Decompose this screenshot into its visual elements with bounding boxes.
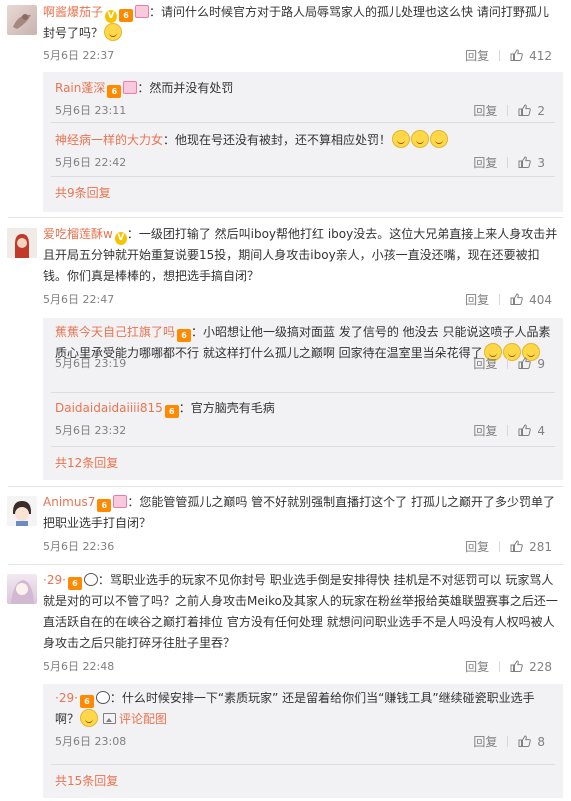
reply-button[interactable]: 回复 <box>473 424 497 438</box>
like-count: 9 <box>537 357 545 371</box>
reply-username[interactable]: ·29· <box>55 691 78 705</box>
comment-time: 5月6日 22:37 <box>43 49 115 62</box>
comment-4: ·29· 6 ：骂职业选手的玩家不见你封号 职业选手倒是安排得快 挂机是不对惩罚可以… <box>0 568 571 801</box>
thumbs-up-icon[interactable] <box>518 424 532 436</box>
like-count: 228 <box>529 660 552 674</box>
thumbs-up-icon[interactable] <box>518 104 532 116</box>
member-badge-icon <box>113 495 128 508</box>
more-replies-link[interactable]: 共9条回复 <box>55 184 111 201</box>
reply-button[interactable]: 回复 <box>473 357 497 371</box>
level-badge-icon: 6 <box>164 405 179 418</box>
like-count: 4 <box>537 424 545 438</box>
panda-badge-icon <box>95 691 110 704</box>
like-count: 2 <box>537 104 545 118</box>
reply-username[interactable]: 蕉蕉今天自己扛旗了吗 <box>55 325 175 339</box>
reply-list: ·29· 6 ：什么时候安排一下“素质玩家” 还是留着给你们当“赚钱工具”继续碰瓷职… <box>43 684 563 798</box>
comment-1: 啊酱爆茄子 V 6 ：请问什么时候官方对于路人局辱骂家人的孤儿处理也这么快 请问打野孤… <box>0 0 571 212</box>
username[interactable]: ·29· <box>43 573 66 587</box>
username[interactable]: 爱吃榴莲酥w <box>43 227 113 241</box>
reply-button[interactable]: 回复 <box>465 49 489 63</box>
level-badge-icon: 6 <box>177 329 192 342</box>
comment-2: 爱吃榴莲酥w V ：一级团打输了 然后叫iboy帮他打红 iboy没去。这位大兄弟直… <box>0 222 571 484</box>
more-replies-link[interactable]: 共12条回复 <box>55 454 118 471</box>
smile-emoji-icon <box>430 130 449 148</box>
username[interactable]: Animus7 <box>43 495 95 509</box>
panda-badge-icon <box>83 573 98 586</box>
comment-image-link[interactable]: 评论配图 <box>119 712 167 726</box>
avatar[interactable] <box>7 228 37 258</box>
reply-button[interactable]: 回复 <box>473 156 497 170</box>
thumbs-up-icon[interactable] <box>510 293 523 305</box>
reply-time: 5月6日 22:42 <box>55 156 127 169</box>
reply-list: 蕉蕉今天自己扛旗了吗 6 ：小昭想让他一级搞对面蓝 发了信号的 他没去 只能说这喷子… <box>43 318 563 480</box>
reply-text: ：官方脑壳有毛病 <box>178 401 275 415</box>
more-replies-link[interactable]: 共15条回复 <box>55 772 118 789</box>
reply-text: ：他现在号还没有被封，还不算相应处罚！ <box>163 133 392 147</box>
laugh-emoji-icon <box>80 709 99 727</box>
reply-button[interactable]: 回复 <box>473 104 497 118</box>
divider <box>51 764 555 765</box>
reply-username[interactable]: Rain蓬深 <box>55 81 105 95</box>
thumbs-up-icon[interactable] <box>510 540 523 552</box>
level-badge-icon: 6 <box>119 9 134 22</box>
reply-username[interactable]: Daidaidaidaiiii815 <box>55 401 163 415</box>
thumbs-up-icon[interactable] <box>518 735 532 747</box>
level-badge-icon: 6 <box>67 577 82 590</box>
reply-time: 5月6日 23:32 <box>55 424 127 437</box>
avatar[interactable] <box>7 5 37 35</box>
comment-time: 5月6日 22:36 <box>43 540 115 553</box>
reply-username[interactable]: 神经病一样的大力女 <box>55 133 163 147</box>
divider <box>51 446 555 447</box>
divider <box>8 564 563 565</box>
thumbs-up-icon[interactable] <box>510 49 523 61</box>
reply-button[interactable]: 回复 <box>465 540 489 554</box>
reply-text: ：然而并没有处罚 <box>137 81 234 95</box>
thumbs-up-icon[interactable] <box>510 660 523 672</box>
like-count: 412 <box>529 49 552 63</box>
thumbs-up-icon[interactable] <box>518 357 532 369</box>
like-count: 8 <box>537 735 545 749</box>
reply-button[interactable]: 回复 <box>465 660 489 674</box>
comment-time: 5月6日 22:47 <box>43 293 115 306</box>
level-badge-icon: 6 <box>79 695 94 708</box>
level-badge-icon: 6 <box>97 499 112 512</box>
verified-icon: V <box>114 232 127 245</box>
member-badge-icon <box>123 81 138 94</box>
comment-text: ：骂职业选手的玩家不见你封号 职业选手倒是安排得快 挂机是不对惩罚可以 玩家骂人… <box>43 573 558 650</box>
image-icon <box>103 713 117 724</box>
comment-3: Animus7 6 ：您能管管孤儿之巅吗 管不好就别强制直播打这个了 打孤儿之巅开了… <box>0 490 571 560</box>
reply-time: 5月6日 23:11 <box>55 104 127 117</box>
divider <box>51 122 555 123</box>
divider <box>8 486 563 487</box>
verified-icon: V <box>105 10 118 23</box>
divider <box>51 176 555 177</box>
like-count: 281 <box>529 540 552 554</box>
like-count: 404 <box>529 293 552 307</box>
avatar[interactable] <box>7 574 37 604</box>
thumbs-up-icon[interactable] <box>518 156 532 168</box>
reply-list: Rain蓬深 6 ：然而并没有处罚 5月6日 23:11 回复 2 神经病一样的大力女：… <box>43 72 563 212</box>
divider <box>499 50 501 61</box>
comment-time: 5月6日 22:48 <box>43 660 115 673</box>
reply-button[interactable]: 回复 <box>473 735 497 749</box>
username[interactable]: 啊酱爆茄子 <box>43 5 103 19</box>
like-count: 3 <box>537 156 545 170</box>
smile-emoji-icon <box>392 130 411 148</box>
avatar[interactable] <box>7 496 37 526</box>
reply-button[interactable]: 回复 <box>465 293 489 307</box>
level-badge-icon: 6 <box>107 85 122 98</box>
reply-time: 5月6日 23:19 <box>55 357 127 370</box>
reply-time: 5月6日 23:08 <box>55 735 127 748</box>
divider <box>51 392 555 393</box>
smile-emoji-icon <box>411 130 430 148</box>
member-badge-icon <box>135 5 150 18</box>
smile-emoji-icon <box>104 23 123 41</box>
divider <box>8 217 563 218</box>
